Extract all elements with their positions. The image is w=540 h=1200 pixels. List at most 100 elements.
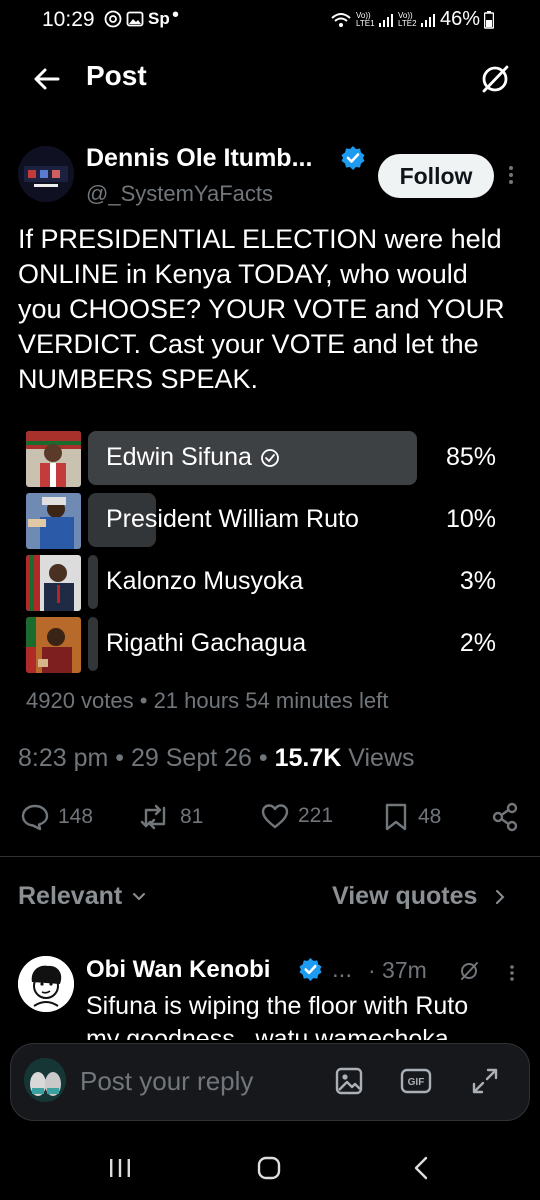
- author-avatar[interactable]: [18, 146, 74, 202]
- view-quotes-link[interactable]: View quotes: [332, 882, 505, 911]
- poll-bar: [88, 617, 98, 671]
- repost-button[interactable]: 81: [138, 802, 203, 832]
- verified-badge-icon: [298, 957, 323, 982]
- poll-option-percent: 3%: [459, 567, 496, 595]
- sort-label: Relevant: [18, 882, 123, 910]
- arrow-left-icon: [34, 68, 60, 90]
- poll-option-percent: 85%: [445, 443, 496, 471]
- status-time: 10:29: [42, 8, 95, 31]
- chevron-left-icon: [414, 1156, 428, 1180]
- poll-option-label: Kalonzo Musyoka: [106, 567, 304, 595]
- reply-count: 148: [58, 805, 94, 828]
- status-carrier: Sp: [148, 9, 170, 28]
- views-label: Views: [348, 744, 415, 772]
- reply-more-button[interactable]: [507, 962, 517, 984]
- signal-icon: [421, 13, 435, 27]
- image-icon: [335, 1067, 363, 1095]
- home-icon: [257, 1156, 281, 1180]
- poll-option-label: Edwin Sifuna: [106, 443, 252, 471]
- battery-percent: 46%: [440, 8, 481, 30]
- more-vertical-icon: [509, 166, 513, 184]
- reply-input[interactable]: Post your reply: [80, 1066, 253, 1097]
- author-name[interactable]: Dennis Ole Itumb...: [86, 144, 312, 173]
- poll-option-label: Rigathi Gachagua: [106, 629, 307, 657]
- status-notification-icons: [104, 10, 144, 28]
- post-time: 8:23 pm: [18, 744, 109, 772]
- share-button[interactable]: [490, 802, 520, 832]
- poll-meta: 4920 votes • 21 hours 54 minutes left: [26, 688, 389, 713]
- poll-option-image: [26, 431, 81, 487]
- reply-text: Sifuna is wiping the floor with Ruto my …: [86, 990, 526, 1040]
- author-handle[interactable]: @_SystemYaFacts: [86, 181, 273, 207]
- back-button[interactable]: [30, 62, 64, 96]
- tweet-text: If PRESIDENTIAL ELECTION were held ONLIN…: [18, 224, 505, 394]
- heart-icon: [261, 804, 289, 829]
- nav-back-button[interactable]: [410, 1155, 432, 1181]
- network-1-label: Vo)) LTE1: [356, 10, 375, 28]
- repost-count: 81: [180, 805, 204, 828]
- poll-option-image: [26, 555, 81, 611]
- add-photo-button[interactable]: [334, 1066, 364, 1096]
- avatar-image: [18, 956, 74, 1012]
- poll-option[interactable]: Rigathi Gachagua 2%: [26, 617, 516, 673]
- reply-text-line: Sifuna is wiping the floor with Ruto: [86, 992, 469, 1020]
- follow-button[interactable]: Follow: [378, 154, 494, 198]
- poll-option-percent: 10%: [445, 505, 496, 533]
- reply-name-ellipsis: ...: [332, 956, 353, 983]
- reply-time: · 37m: [368, 957, 427, 983]
- wifi-icon: [331, 12, 351, 27]
- post-meta: 8:23 pm • 29 Sept 26 • 15.7K Views: [18, 744, 415, 773]
- divider: [0, 856, 540, 857]
- poll-bar: [88, 555, 98, 609]
- network-2-label: Vo)) LTE2: [398, 10, 417, 28]
- avatar-image: [18, 146, 74, 202]
- verified-badge-icon: [340, 145, 366, 171]
- check-circle-icon: [261, 448, 279, 467]
- repost-icon: [140, 804, 166, 830]
- grok-icon: [461, 962, 478, 980]
- composer-avatar: [24, 1058, 66, 1102]
- more-options-button[interactable]: [505, 160, 517, 190]
- poll-option-image: [26, 493, 81, 549]
- grok-button[interactable]: [478, 62, 512, 96]
- chevron-right-icon: [496, 889, 505, 904]
- copyright-icon: [104, 10, 122, 28]
- status-right: Vo)) LTE1 Vo)) LTE2 46%: [330, 8, 495, 31]
- bookmark-button[interactable]: 48: [382, 802, 441, 832]
- poll-option[interactable]: President William Ruto 10%: [26, 493, 516, 549]
- reply-grok-button[interactable]: [458, 960, 480, 982]
- grok-icon: [482, 65, 509, 93]
- sort-dropdown[interactable]: Relevant: [18, 882, 146, 911]
- view-quotes-label: View quotes: [332, 882, 478, 910]
- poll-option-label: President William Ruto: [106, 505, 359, 533]
- reply-button[interactable]: 148: [20, 802, 93, 832]
- bookmark-icon: [385, 803, 407, 831]
- reply-avatar[interactable]: [18, 956, 74, 1012]
- poll-option-label-wrap: Edwin Sifuna: [106, 443, 280, 472]
- reply-author-name[interactable]: Obi Wan Kenobi: [86, 956, 270, 984]
- share-icon: [492, 802, 518, 832]
- expand-icon: [472, 1068, 498, 1094]
- nav-recent-apps-button[interactable]: [106, 1156, 134, 1180]
- meta-separator: •: [115, 744, 131, 772]
- views-count: 15.7K: [274, 744, 342, 772]
- page-title: Post: [86, 60, 147, 91]
- expand-composer-button[interactable]: [470, 1066, 500, 1096]
- recent-apps-icon: [110, 1159, 130, 1177]
- like-button[interactable]: 221: [260, 802, 333, 830]
- poll-option-percent: 2%: [459, 629, 496, 657]
- nav-home-button[interactable]: [256, 1155, 282, 1181]
- reply-text-line: my goodness.. watu wamechoka: [86, 1025, 449, 1040]
- gif-button[interactable]: GIF: [400, 1068, 432, 1094]
- status-dot: •: [172, 4, 180, 26]
- signal-icon: [379, 13, 393, 27]
- more-vertical-icon: [510, 965, 514, 981]
- gallery-icon: [126, 11, 144, 27]
- battery-icon: [484, 10, 495, 29]
- poll-option[interactable]: Edwin Sifuna 85%: [26, 431, 516, 487]
- poll-option[interactable]: Kalonzo Musyoka 3%: [26, 555, 516, 611]
- comment-icon: [21, 804, 49, 831]
- chevron-down-icon: [133, 892, 146, 900]
- gif-icon: GIF: [400, 1068, 432, 1094]
- post-date: 29 Sept 26: [131, 744, 252, 772]
